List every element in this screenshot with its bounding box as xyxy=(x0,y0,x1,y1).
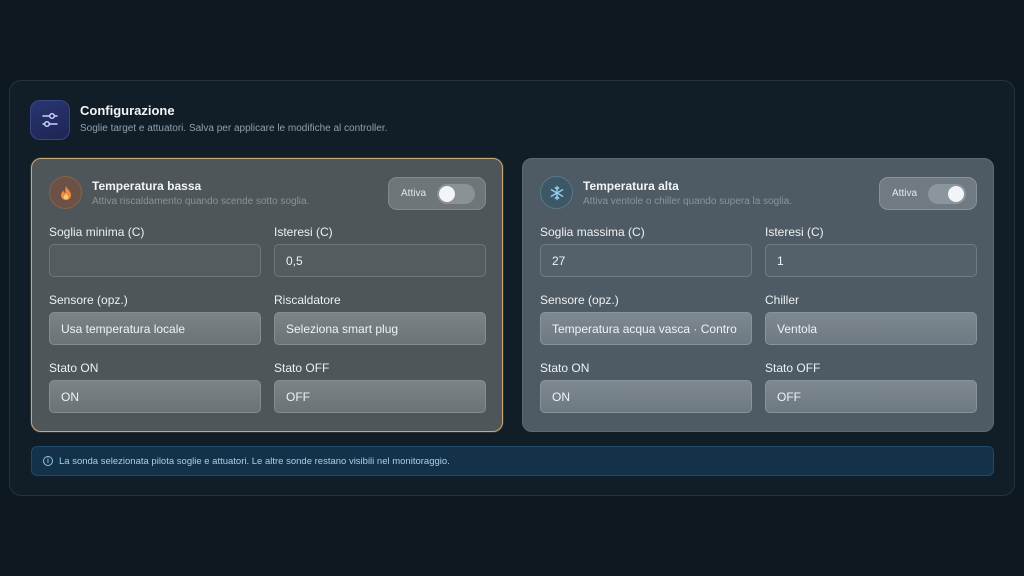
toggle-label: Attiva xyxy=(401,188,427,199)
configuration-card: Configurazione Soglie target e attuatori… xyxy=(9,80,1015,496)
sensor-select[interactable]: Usa temperatura locale xyxy=(49,312,261,345)
state-on-select[interactable]: ON xyxy=(540,380,752,413)
sensor-label: Sensore (opz.) xyxy=(540,293,619,307)
threshold-max-label: Soglia massima (C) xyxy=(540,225,645,239)
threshold-max-input[interactable]: 27 xyxy=(540,244,752,277)
page-title: Configurazione xyxy=(80,103,175,118)
sliders-icon xyxy=(30,100,70,140)
state-on-label: Stato ON xyxy=(540,361,590,375)
state-on-select[interactable]: ON xyxy=(49,380,261,413)
state-off-label: Stato OFF xyxy=(274,361,330,375)
hysteresis-label: Isteresi (C) xyxy=(765,225,824,239)
threshold-min-label: Soglia minima (C) xyxy=(49,225,145,239)
state-on-label: Stato ON xyxy=(49,361,99,375)
hysteresis-input[interactable]: 1 xyxy=(765,244,977,277)
high-panel-subtitle: Attiva ventole o chiller quando supera l… xyxy=(583,196,793,207)
state-off-select[interactable]: OFF xyxy=(274,380,486,413)
sensor-select[interactable]: Temperatura acqua vasca · Contro xyxy=(540,312,752,345)
high-active-toggle[interactable]: Attiva xyxy=(879,177,977,210)
toggle-label: Attiva xyxy=(892,188,918,199)
flame-icon xyxy=(49,176,82,209)
hysteresis-input[interactable]: 0,5 xyxy=(274,244,486,277)
high-temperature-panel: Temperatura alta Attiva ventole o chille… xyxy=(522,158,994,432)
info-icon: i xyxy=(43,456,53,466)
low-temperature-panel: Temperatura bassa Attiva riscaldamento q… xyxy=(31,158,503,432)
info-banner: i La sonda selezionata pilota soglie e a… xyxy=(31,446,994,476)
chiller-label: Chiller xyxy=(765,293,800,307)
low-panel-subtitle: Attiva riscaldamento quando scende sotto… xyxy=(92,196,310,207)
state-off-select[interactable]: OFF xyxy=(765,380,977,413)
chiller-select[interactable]: Ventola xyxy=(765,312,977,345)
info-text: La sonda selezionata pilota soglie e att… xyxy=(59,455,450,467)
low-active-toggle[interactable]: Attiva xyxy=(388,177,486,210)
page-subtitle: Soglie target e attuatori. Salva per app… xyxy=(80,123,388,134)
toggle-switch[interactable] xyxy=(437,184,475,204)
threshold-min-input[interactable] xyxy=(49,244,261,277)
heater-select[interactable]: Seleziona smart plug xyxy=(274,312,486,345)
hysteresis-label: Isteresi (C) xyxy=(274,225,333,239)
snowflake-icon xyxy=(540,176,573,209)
sensor-label: Sensore (opz.) xyxy=(49,293,128,307)
heater-label: Riscaldatore xyxy=(274,293,341,307)
low-panel-title: Temperatura bassa xyxy=(92,179,202,193)
state-off-label: Stato OFF xyxy=(765,361,821,375)
high-panel-title: Temperatura alta xyxy=(583,179,679,193)
toggle-switch[interactable] xyxy=(928,184,966,204)
